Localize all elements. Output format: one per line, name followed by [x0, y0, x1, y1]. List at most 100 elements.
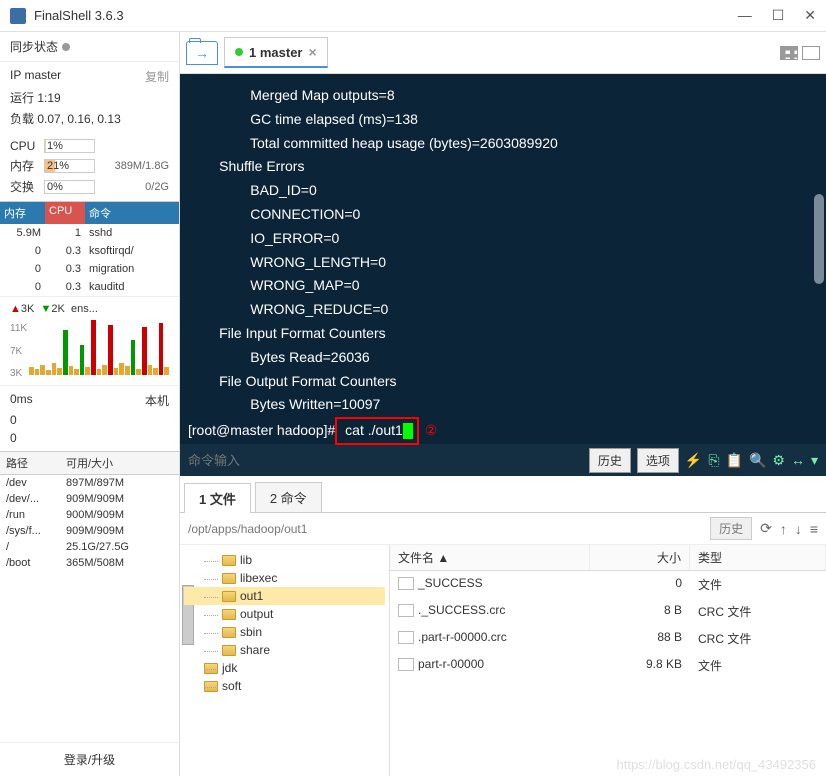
history-button[interactable]: 历史 [589, 448, 631, 473]
gear-icon[interactable]: ⚙ [772, 452, 785, 469]
file-explorer: liblibexecout1outputsbinsharejdksoft 文件名… [180, 545, 826, 776]
disk-list: /dev897M/897M/dev/...909M/909M/run900M/9… [0, 475, 179, 571]
file-icon [398, 631, 414, 644]
app-title: FinalShell 3.6.3 [34, 8, 738, 23]
disk-row[interactable]: /sys/f...909M/909M [0, 523, 179, 539]
col-type[interactable]: 类型 [690, 545, 826, 570]
grid-layout-icon[interactable] [780, 46, 798, 60]
file-list[interactable]: 文件名 ▲ 大小 类型 _SUCCESS0文件._SUCCESS.crc8 BC… [390, 545, 826, 776]
bolt-icon[interactable]: ⚡ [685, 452, 702, 469]
process-row[interactable]: 00.3ksoftirqd/ [0, 242, 179, 260]
col-size[interactable]: 大小 [590, 545, 690, 570]
file-icon [398, 577, 414, 590]
folder-icon [222, 645, 236, 656]
network-graph [29, 319, 169, 375]
upload-indicator: ▲ [10, 303, 21, 315]
file-row[interactable]: ._SUCCESS.crc8 BCRC 文件 [390, 598, 826, 625]
options-button[interactable]: 选项 [637, 448, 679, 473]
file-icon [398, 658, 414, 671]
tree-node[interactable]: soft [184, 677, 385, 695]
search-icon[interactable]: 🔍 [749, 452, 766, 469]
latency: 0ms [10, 392, 33, 409]
file-list-header: 文件名 ▲ 大小 类型 [390, 545, 826, 571]
ip-label: IP master [10, 68, 61, 85]
maximize-button[interactable]: ☐ [772, 7, 785, 24]
folder-icon [222, 591, 236, 602]
tree-node[interactable]: jdk [184, 659, 385, 677]
process-row[interactable]: 00.3kauditd [0, 278, 179, 296]
disk-row[interactable]: /25.1G/27.5G [0, 539, 179, 555]
cpu-label: CPU [10, 139, 40, 153]
command-bar: 历史 选项 ⚡ ⎘ 📋 🔍 ⚙ ↔ ▾ [180, 444, 826, 476]
process-header: 内存 CPU 命令 [0, 201, 179, 224]
command-highlight: cat ./out1 [335, 417, 418, 445]
paste-icon[interactable]: 📋 [726, 452, 743, 469]
tree-node[interactable]: sbin [184, 623, 385, 641]
col-name[interactable]: 文件名 ▲ [390, 545, 590, 570]
tree-node[interactable]: share [184, 641, 385, 659]
cursor [403, 423, 413, 439]
process-row[interactable]: 5.9M1sshd [0, 224, 179, 242]
process-row[interactable]: 00.3migration [0, 260, 179, 278]
tab-bar: → 1 master × [180, 32, 826, 74]
command-input[interactable] [188, 453, 583, 468]
folder-icon [204, 663, 218, 674]
process-list: 5.9M1sshd00.3ksoftirqd/00.3migration00.3… [0, 224, 179, 296]
disk-row[interactable]: /run900M/909M [0, 507, 179, 523]
folder-icon [204, 681, 218, 692]
menu-icon[interactable]: ≡ [810, 521, 818, 537]
download-icon[interactable]: ↓ [795, 521, 802, 537]
sync-label: 同步状态 [10, 38, 58, 55]
runtime-label: 运行 1:19 [10, 89, 61, 106]
status-dot [62, 43, 70, 51]
annotation-2: ② [425, 422, 438, 438]
disk-row[interactable]: /dev/...909M/909M [0, 491, 179, 507]
path-bar: /opt/apps/hadoop/out1 历史 ⟳ ↑ ↓ ≡ [180, 513, 826, 545]
folder-tree[interactable]: liblibexecout1outputsbinsharejdksoft [180, 545, 390, 776]
mem-label: 内存 [10, 157, 40, 174]
sync-status: 同步状态 [0, 32, 179, 62]
file-tabs: 1 文件 2 命令 [180, 476, 826, 513]
login-upgrade-button[interactable]: 登录/升级 [0, 742, 179, 776]
status-dot-icon [235, 48, 243, 56]
terminal[interactable]: Merged Map outputs=8 GC time elapsed (ms… [180, 74, 826, 444]
titlebar: FinalShell 3.6.3 — ☐ ✕ [0, 0, 826, 32]
disk-row[interactable]: /dev897M/897M [0, 475, 179, 491]
split-layout-icon[interactable] [802, 46, 820, 60]
mem-meter: 21% [44, 159, 95, 173]
open-folder-icon[interactable]: → [186, 41, 218, 65]
refresh-icon[interactable]: ⟳ [760, 520, 772, 537]
disk-header: 路径 可用/大小 [0, 451, 179, 475]
download-indicator: ▼ [40, 303, 51, 315]
session-tab[interactable]: 1 master × [224, 37, 328, 68]
close-tab-icon[interactable]: × [308, 44, 316, 60]
scrollbar-thumb[interactable] [814, 194, 824, 284]
minimize-button[interactable]: — [738, 7, 752, 24]
tree-node[interactable]: libexec [184, 569, 385, 587]
file-row[interactable]: .part-r-00000.crc88 BCRC 文件 [390, 625, 826, 652]
more-icon[interactable]: ▾ [811, 452, 818, 469]
tab-label: 1 master [249, 45, 302, 60]
current-path: /opt/apps/hadoop/out1 [188, 522, 702, 536]
copy-icon[interactable]: ⎘ [708, 452, 719, 469]
tab-files[interactable]: 1 文件 [184, 483, 251, 513]
tree-node[interactable]: output [184, 605, 385, 623]
copy-button[interactable]: 复制 [145, 68, 169, 85]
tab-commands[interactable]: 2 命令 [255, 482, 322, 512]
upload-icon[interactable]: ↑ [780, 521, 787, 537]
tree-node[interactable]: lib [184, 551, 385, 569]
load-label: 负载 0.07, 0.16, 0.13 [10, 110, 121, 127]
folder-icon [222, 627, 236, 638]
disk-row[interactable]: /boot365M/508M [0, 555, 179, 571]
file-row[interactable]: _SUCCESS0文件 [390, 571, 826, 598]
folder-icon [222, 573, 236, 584]
prompt: [root@master hadoop]# [188, 422, 335, 438]
cpu-meter: 1% [44, 139, 95, 153]
close-button[interactable]: ✕ [804, 7, 816, 24]
swap-meter: 0% [44, 180, 95, 194]
path-history-button[interactable]: 历史 [710, 517, 752, 540]
expand-icon[interactable]: ↔ [791, 452, 805, 468]
folder-icon [222, 555, 236, 566]
file-row[interactable]: part-r-000009.8 KB文件 [390, 652, 826, 679]
tree-node[interactable]: out1 [184, 587, 385, 605]
